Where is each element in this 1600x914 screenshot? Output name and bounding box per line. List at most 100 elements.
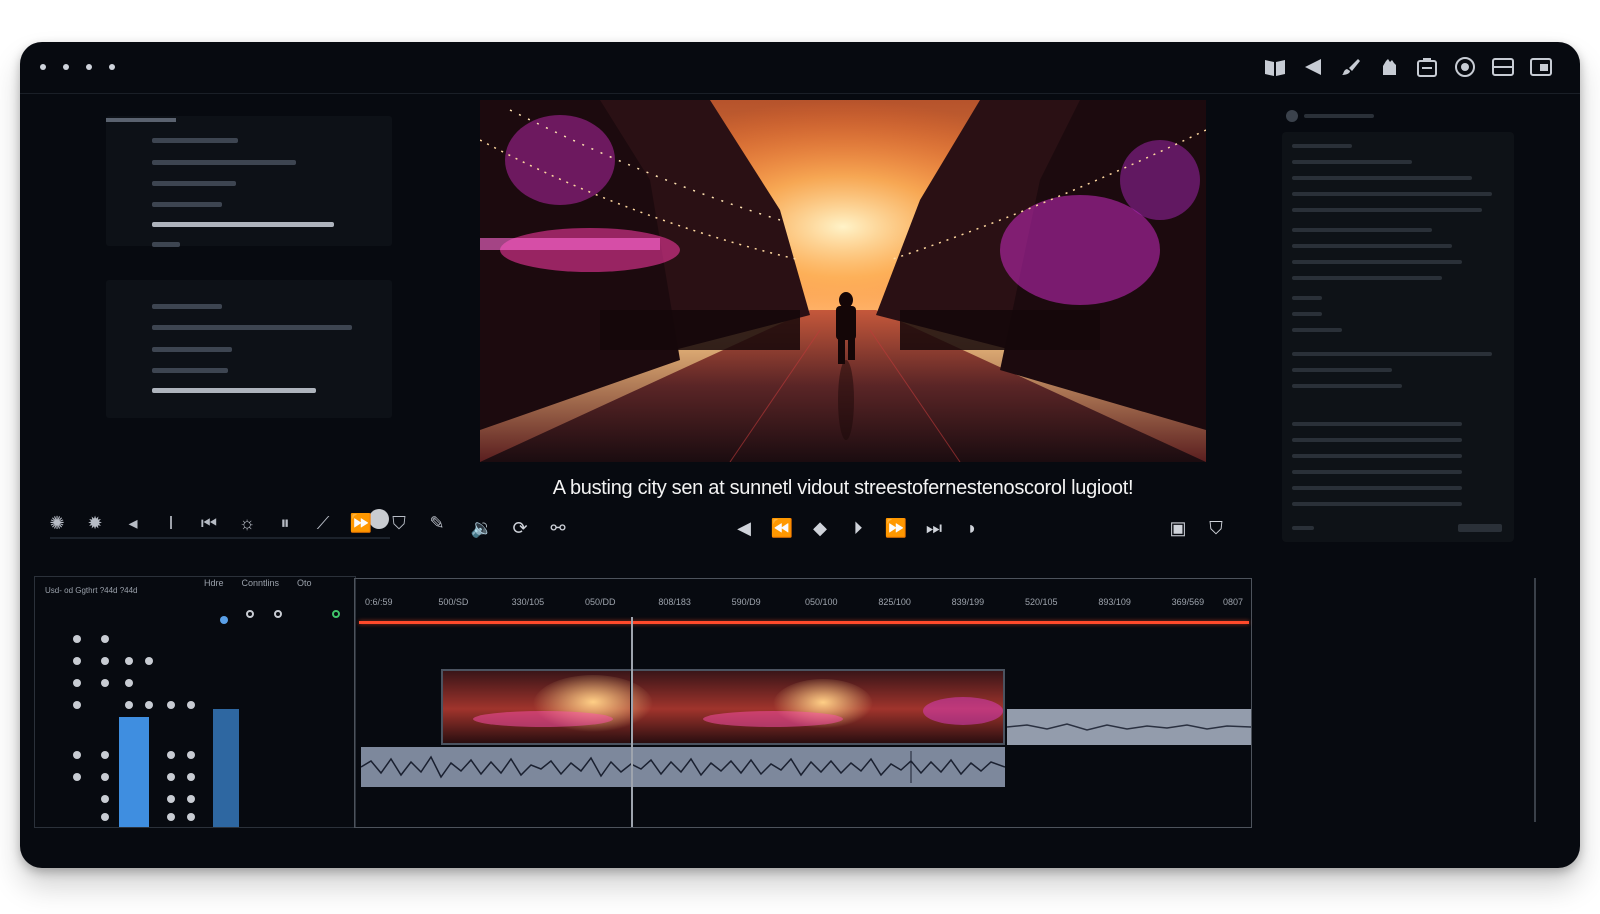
pause-icon[interactable]: ⏸	[274, 512, 296, 534]
track-toggle-dot[interactable]	[73, 679, 81, 687]
tab-header[interactable]: Conntlins	[242, 578, 280, 588]
skip-start-icon[interactable]: ⏮	[198, 512, 220, 534]
skip-end-icon[interactable]: ⏭	[922, 516, 946, 540]
track-toggle-dot[interactable]	[101, 679, 109, 687]
panel-icon[interactable]	[1490, 54, 1516, 80]
title-bar	[20, 42, 1580, 94]
window-dot[interactable]	[86, 64, 92, 70]
track-toggle-dot[interactable]	[145, 701, 153, 709]
trim-icon[interactable]: ⟋	[312, 512, 334, 534]
track-toggle-dot[interactable]	[187, 701, 195, 709]
clipboard-icon[interactable]	[1414, 54, 1440, 80]
list-item[interactable]	[152, 242, 180, 247]
step-icon[interactable]: ⏵	[846, 516, 870, 540]
list-item[interactable]	[152, 138, 238, 143]
track-toggle-dot[interactable]	[73, 657, 81, 665]
stop-icon[interactable]: ◆	[808, 516, 832, 540]
track-toggle-dot[interactable]	[101, 635, 109, 643]
video-clip[interactable]	[441, 669, 1005, 745]
track-toggle-dot[interactable]	[101, 773, 109, 781]
list-item[interactable]	[152, 202, 222, 207]
record-icon[interactable]	[1452, 54, 1478, 80]
timeline-range-bar[interactable]	[359, 621, 1249, 624]
fx-icon[interactable]: ✺	[46, 512, 68, 534]
window-controls[interactable]	[40, 64, 115, 70]
play-back-icon[interactable]	[1300, 54, 1326, 80]
list-item[interactable]	[152, 368, 228, 373]
prev-frame-icon[interactable]: ◀	[732, 516, 756, 540]
tab-header[interactable]: Hdre	[204, 578, 224, 588]
list-item[interactable]	[152, 347, 232, 352]
track-toggle-dot[interactable]	[187, 751, 195, 759]
video-preview[interactable]	[480, 100, 1206, 462]
marker-icon[interactable]: ◗	[960, 516, 984, 540]
track-level-bar[interactable]	[213, 709, 239, 827]
export-icon[interactable]: ▣	[1166, 516, 1190, 540]
track-toggle-dot[interactable]	[101, 795, 109, 803]
property-row	[1292, 228, 1432, 232]
brush-icon[interactable]	[1338, 54, 1364, 80]
track-toggle-dot[interactable]	[73, 751, 81, 759]
link-icon[interactable]: ⚯	[546, 516, 570, 540]
list-item[interactable]	[152, 160, 296, 165]
book-icon[interactable]	[1262, 54, 1288, 80]
audio-clip[interactable]	[361, 747, 1005, 787]
track-toggle-dot[interactable]	[73, 635, 81, 643]
track-toggle-dot[interactable]	[145, 657, 153, 665]
inspector-icon[interactable]	[1286, 110, 1298, 122]
forward-icon[interactable]: ⏩	[350, 512, 372, 534]
apply-button[interactable]	[1458, 524, 1502, 532]
timeline-tick-label: 330/105	[511, 597, 545, 607]
track-toggle-dot[interactable]	[73, 773, 81, 781]
list-item[interactable]	[152, 325, 352, 330]
track-level-bar[interactable]	[119, 717, 149, 827]
browser-slider-track[interactable]	[50, 537, 390, 539]
track-toggle-dot[interactable]	[101, 751, 109, 759]
track-radio-active[interactable]	[332, 610, 340, 618]
track-radio[interactable]	[246, 610, 254, 618]
property-row	[1292, 502, 1462, 506]
track-toggle-dot[interactable]	[167, 701, 175, 709]
text-cursor-icon[interactable]: I	[160, 512, 182, 534]
window-dot[interactable]	[40, 64, 46, 70]
track-toggle-dot[interactable]	[73, 701, 81, 709]
inspector-panel	[1282, 104, 1517, 542]
track-toggle-dot[interactable]	[167, 751, 175, 759]
track-select-dot[interactable]	[220, 616, 228, 624]
track-toggle-dot[interactable]	[167, 773, 175, 781]
paint-icon[interactable]: ✎	[426, 512, 448, 534]
tab-header[interactable]: Oto	[297, 578, 312, 588]
shield-icon[interactable]: ⛉	[1204, 516, 1228, 540]
window-dot[interactable]	[63, 64, 69, 70]
track-toggle-dot[interactable]	[167, 795, 175, 803]
hand-icon[interactable]	[1376, 54, 1402, 80]
audio-clip[interactable]	[1007, 709, 1251, 745]
track-toggle-dot[interactable]	[125, 679, 133, 687]
vertical-scrollbar[interactable]	[1534, 578, 1536, 822]
window-dot[interactable]	[109, 64, 115, 70]
track-toggle-dot[interactable]	[167, 813, 175, 821]
settings-icon[interactable]: ✹	[84, 512, 106, 534]
track-toggle-dot[interactable]	[125, 701, 133, 709]
loop-icon[interactable]: ⟳	[508, 516, 532, 540]
shield-icon[interactable]: ⛉	[388, 512, 410, 534]
track-toggle-dot[interactable]	[187, 813, 195, 821]
volume-icon[interactable]: 🔉	[470, 516, 494, 540]
track-toggle-dot[interactable]	[101, 657, 109, 665]
rewind-icon[interactable]: ⏪	[770, 516, 794, 540]
list-item[interactable]	[152, 181, 236, 186]
playhead[interactable]	[631, 617, 633, 827]
track-toggle-dot[interactable]	[125, 657, 133, 665]
window-icon[interactable]	[1528, 54, 1554, 80]
track-radio[interactable]	[274, 610, 282, 618]
fast-forward-icon[interactable]: ⏩	[884, 516, 908, 540]
back-icon[interactable]: ◂	[122, 512, 144, 534]
list-item[interactable]	[152, 304, 222, 309]
track-toggle-dot[interactable]	[187, 795, 195, 803]
timeline[interactable]: 0:6/:59 500/SD 330/105 050/DD 808/183 590/D9 0…	[354, 578, 1252, 828]
track-header-label: Usd- od Ggthrt ?44d ?44d	[45, 585, 138, 595]
track-toggle-dot[interactable]	[101, 813, 109, 821]
property-row	[1292, 368, 1392, 372]
track-toggle-dot[interactable]	[187, 773, 195, 781]
sun-icon[interactable]: ☼	[236, 512, 258, 534]
